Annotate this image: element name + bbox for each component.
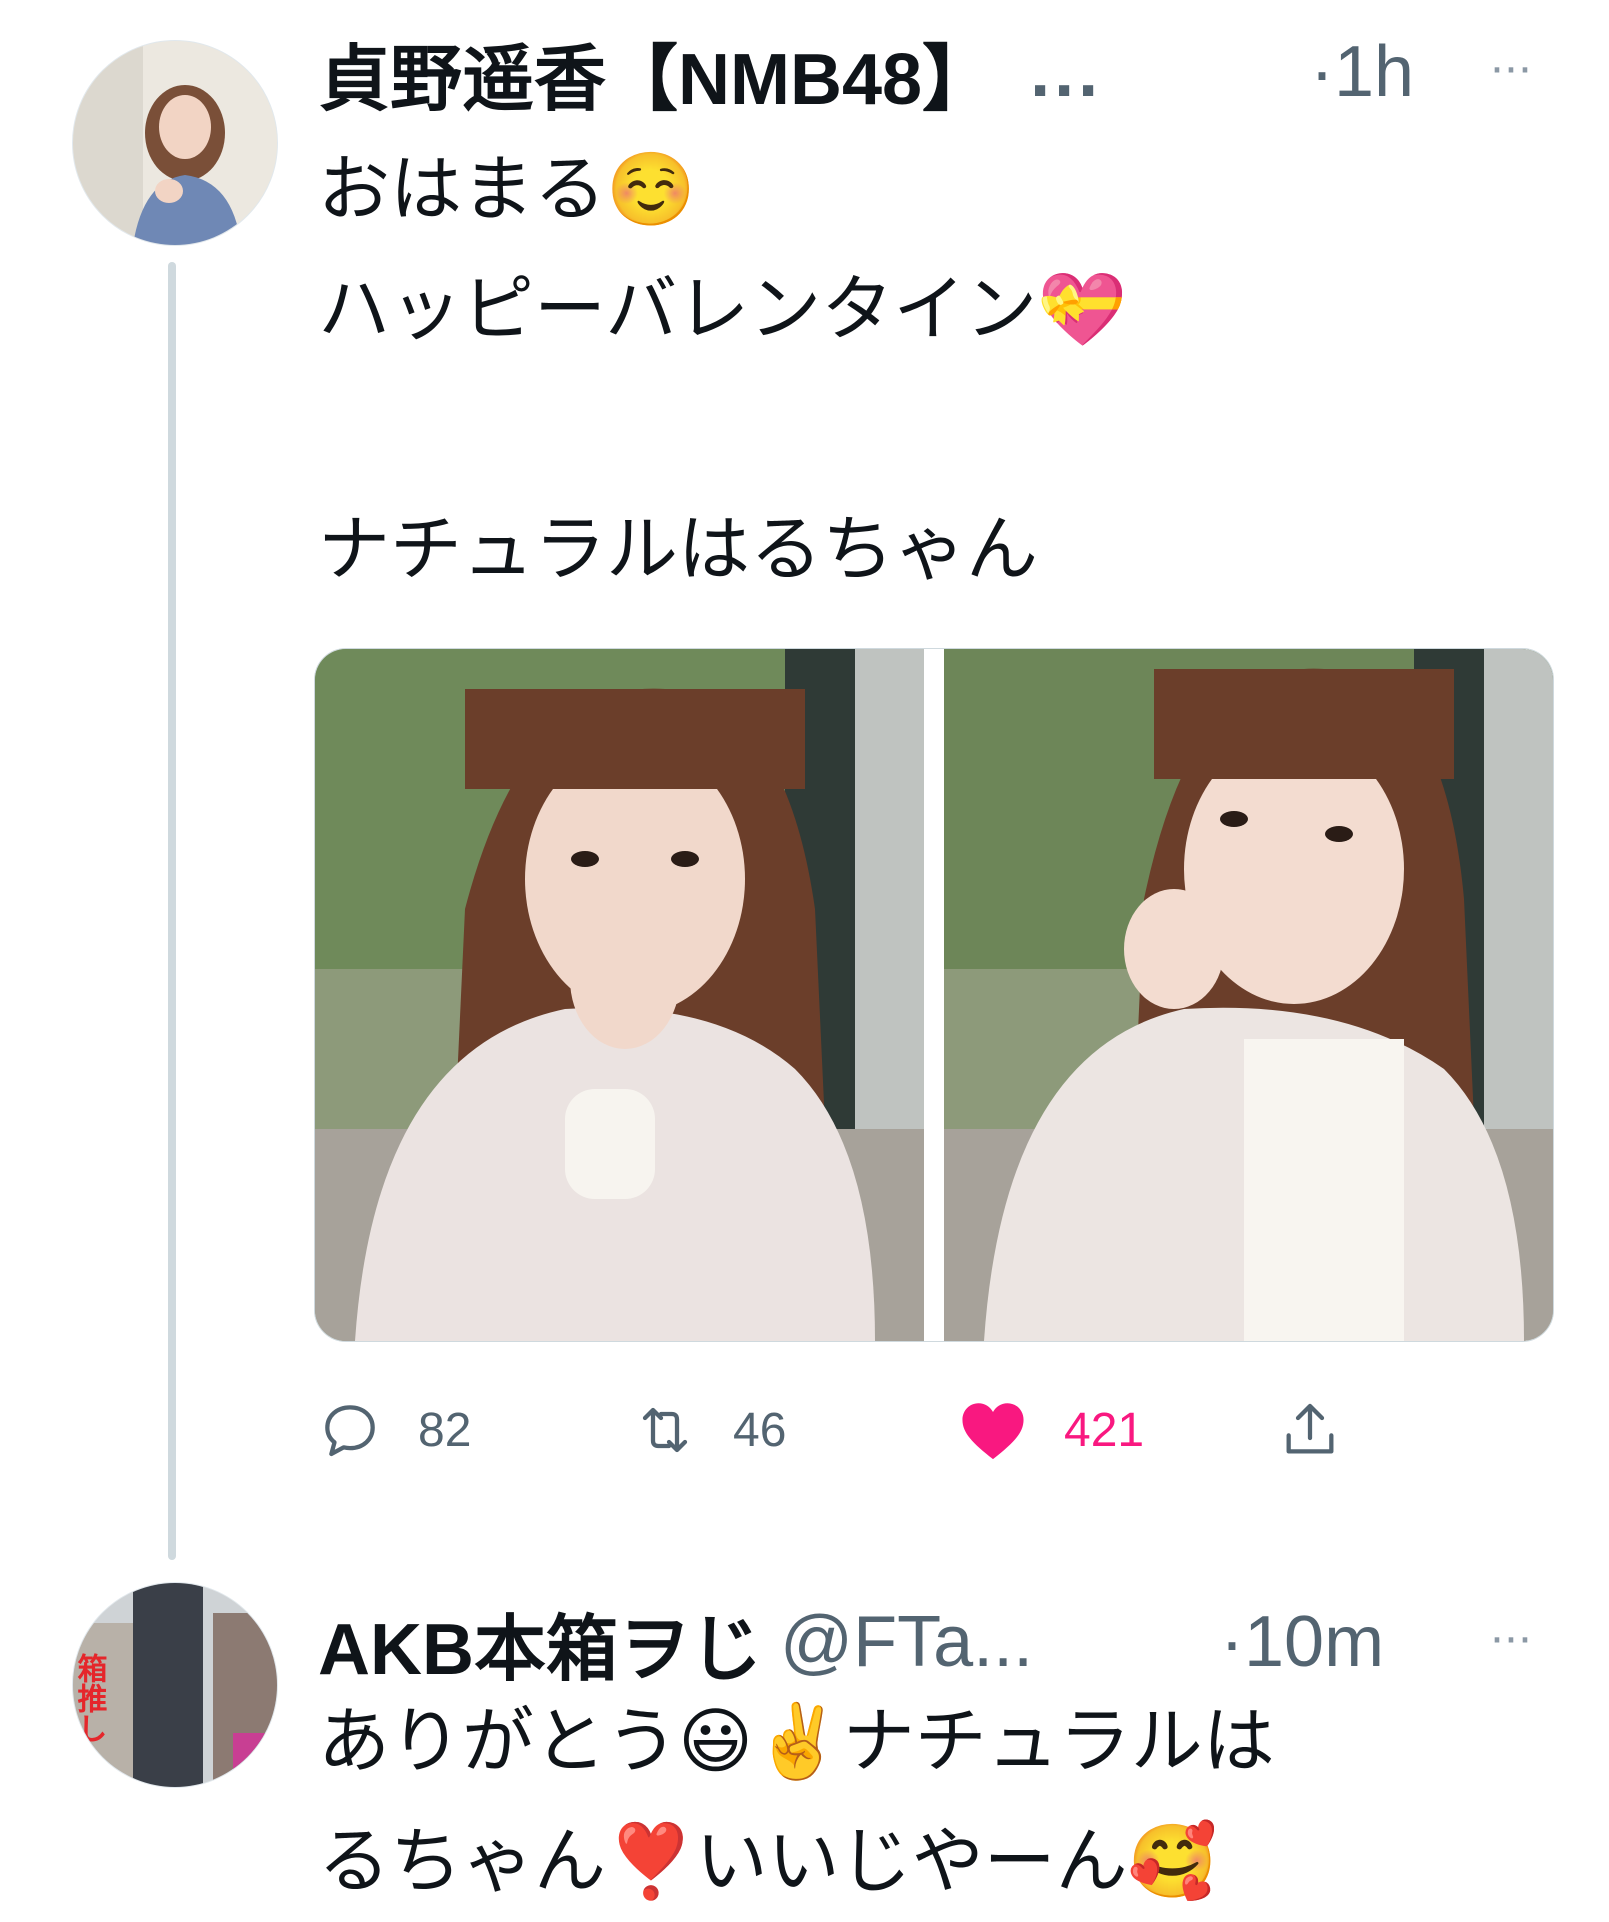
retweet-count: 46 <box>733 1403 787 1457</box>
author-avatar[interactable] <box>72 40 278 246</box>
tweet-media[interactable] <box>314 648 1554 1342</box>
avatar-photo <box>73 41 277 245</box>
name-truncation: ... <box>1030 32 1103 112</box>
more-options-icon[interactable]: ··· <box>1480 1588 1540 1688</box>
author-avatar[interactable]: 箱推し 本店 <box>72 1582 278 1788</box>
heart-filled-icon <box>962 1403 1024 1460</box>
avatar-sign-text: 箱推し 本店 <box>73 1653 108 1787</box>
more-options-icon[interactable]: ··· <box>1480 18 1540 118</box>
author-handle[interactable]: @FTa... <box>780 1601 1033 1683</box>
author-display-name[interactable]: 貞野遥香【NMB48】 <box>318 20 994 125</box>
tweet-actions: 82 46 421 <box>318 1380 1418 1480</box>
photo-image <box>944 649 1553 1341</box>
retweet-button[interactable]: 46 <box>633 1380 786 1480</box>
author-display-name[interactable]: AKB本箱ヲじ <box>318 1590 762 1695</box>
tweet-text: ありがとう😃✌️ナチュラルは るちゃん❣️いいじやーん🥰 <box>318 1702 1275 1902</box>
tweet-header: AKB本箱ヲじ @FTa... <box>318 1592 1033 1692</box>
reply-button[interactable]: 82 <box>318 1380 471 1480</box>
reply-count: 82 <box>418 1403 472 1457</box>
tweet-photo-1[interactable] <box>315 649 924 1341</box>
tweet-header: 貞野遥香【NMB48】 ... <box>318 22 1102 122</box>
share-button[interactable] <box>1278 1380 1342 1480</box>
reply-icon <box>325 1405 375 1457</box>
like-count: 421 <box>1064 1403 1145 1457</box>
tweet-timestamp[interactable]: ·10m <box>1220 1592 1384 1692</box>
tweet-text: おはまる☺️ ハッピーバレンタイン💝 ナチュラルはるちゃん <box>318 150 1127 590</box>
retweet-icon <box>642 1407 688 1453</box>
photo-image <box>315 649 924 1341</box>
share-icon <box>1286 1403 1334 1454</box>
thread-connector <box>168 262 176 1560</box>
avatar-photo: 箱推し 本店 <box>73 1583 277 1787</box>
like-button[interactable]: 421 <box>958 1380 1144 1480</box>
reply-tweet[interactable]: 箱推し 本店 AKB本箱ヲじ @FTa... ·10m ··· ありがとう😃✌️… <box>0 1570 1609 1920</box>
tweet-timestamp[interactable]: ·1h <box>1310 22 1414 122</box>
tweet[interactable]: 貞野遥香【NMB48】 ... ·1h ··· おはまる☺️ ハッピーバレンタイ… <box>0 0 1609 1570</box>
tweet-photo-2[interactable] <box>944 649 1553 1341</box>
